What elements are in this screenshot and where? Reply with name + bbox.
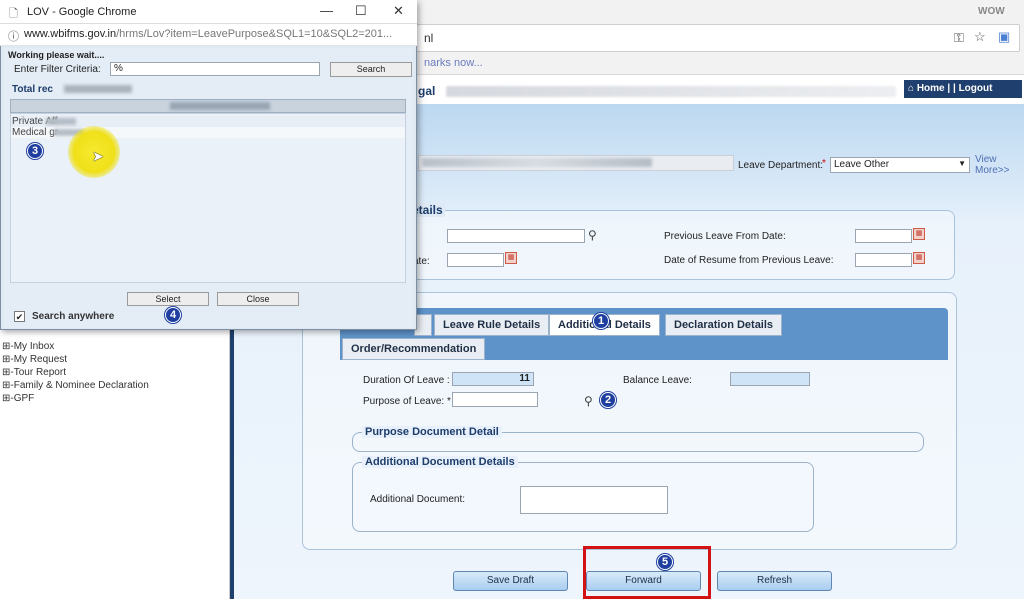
menu-item-label: -My Inbox [10,341,55,352]
search-anywhere-label: Search anywhere [32,311,115,322]
url-host: www.wbifms.gov.in [24,28,117,40]
bookmarks-prompt[interactable]: narks now... [424,57,483,69]
purpose-input[interactable] [452,392,538,407]
forward-highlight-box [583,546,711,599]
menu-item-label: -Tour Report [10,367,66,378]
menu-item-label: -My Request [10,354,68,365]
duration-input: 11 [452,372,534,386]
key-icon[interactable]: ⚿ [954,30,964,46]
purpose-label: Purpose of Leave: * [363,396,451,407]
additional-document-label: Additional Document: [370,494,466,505]
header-blurred-text [446,86,896,97]
resume-date-field[interactable] [855,253,912,267]
dropdown-arrow-icon: ▼ [958,159,966,168]
select-button[interactable]: Select [127,292,209,306]
close-button[interactable]: Close [217,292,299,306]
menu-item-request[interactable]: ⊞-My Request [2,354,67,365]
url-path: /hrms/Lov?item=LeavePurpose&SQL1=10&SQL2… [116,28,393,40]
search-icon[interactable]: ⚲ [588,228,597,242]
step-marker-1: 1 [593,313,609,329]
balance-leave-label: Balance Leave: [623,375,692,386]
step-marker-2: 2 [600,392,616,408]
filter-label: Enter Filter Criteria: [14,64,101,75]
logout-link[interactable]: Logout [959,83,993,94]
menu-item-gpf[interactable]: ⊞-GPF [2,393,34,404]
save-draft-button[interactable]: Save Draft [453,571,568,591]
menu-item-tour-report[interactable]: ⊞-Tour Report [2,367,66,378]
row-blurred-text [46,118,76,125]
refresh-button[interactable]: Refresh [717,571,832,591]
top-nav: ⌂ Home | | Logout [904,80,1022,98]
calendar-icon[interactable]: ▦ [505,252,517,264]
close-icon[interactable]: ✕ [393,3,404,19]
step-marker-4: 4 [165,307,181,323]
total-records-label: Total rec [12,84,53,95]
address-bar[interactable] [416,24,1020,52]
tab-order-recommendation[interactable]: Order/Recommendation [342,338,486,360]
document-icon: 🗋 [9,8,18,20]
search-icon[interactable]: ⚲ [584,394,593,408]
lov-list [10,113,406,283]
mouse-cursor-icon: ➤ [92,148,104,164]
calendar-icon[interactable]: ▦ [913,228,925,240]
search-anywhere-checkbox[interactable]: ✔ [14,311,25,322]
address-text: nl [424,31,434,45]
nav-separator: | | [947,83,959,94]
filter-input[interactable]: % [110,62,320,76]
additional-document-textarea[interactable] [520,486,668,514]
required-asterisk: * [822,158,826,169]
previous-leave-from-label: Previous Leave From Date: [664,231,786,242]
list-header-blurred [170,102,270,110]
menu-item-label: -GPF [10,393,35,404]
working-status: Working please wait.... [8,50,105,60]
home-icon[interactable]: ⌂ [908,83,914,94]
tab-declaration-details[interactable]: Declaration Details [665,314,783,336]
calendar-icon[interactable]: ▦ [913,252,925,264]
purpose-document-legend: Purpose Document Detail [362,426,502,438]
employee-blurred-text [422,158,652,167]
leave-department-select[interactable]: Leave Other ▼ [830,157,970,173]
duration-label: Duration Of Leave : [363,375,450,386]
date-field[interactable] [447,253,504,267]
maximize-icon[interactable]: ☐ [355,3,367,19]
leave-department-label: Leave Department: [738,160,824,171]
balance-leave-input [730,372,810,386]
previous-leave-from-field[interactable] [855,229,912,243]
star-icon[interactable]: ☆ [974,29,986,45]
tab-leave-rule-details[interactable]: Leave Rule Details [434,314,550,336]
menu-item-inbox[interactable]: ⊞-My Inbox [2,341,54,352]
step-marker-3: 3 [27,143,43,159]
popup-url: www.wbifms.gov.in/hrms/Lov?item=LeavePur… [24,28,392,40]
menu-item-label: -Family & Nominee Declaration [10,380,149,391]
extension-badge: WOW [978,6,1005,17]
minimize-icon[interactable]: — [320,3,333,18]
menu-item-family-nominee[interactable]: ⊞-Family & Nominee Declaration [2,380,149,391]
popup-title: LOV - Google Chrome [27,6,137,18]
resume-date-label: Date of Resume from Previous Leave: [664,255,834,266]
info-icon[interactable]: ⓘ [8,28,19,44]
additional-document-legend: Additional Document Details [362,456,518,468]
total-records-blurred [64,85,132,93]
view-more-link[interactable]: View More>> [975,154,1015,176]
search-button[interactable]: Search [330,62,412,77]
page-title: gal [418,84,436,98]
leave-field-1[interactable] [447,229,585,243]
leave-department-value: Leave Other [834,159,890,170]
step-marker-5: 5 [657,554,673,570]
home-link[interactable]: Home [917,83,945,94]
translate-icon[interactable]: ▣ [998,29,1010,45]
left-divider [230,300,234,599]
